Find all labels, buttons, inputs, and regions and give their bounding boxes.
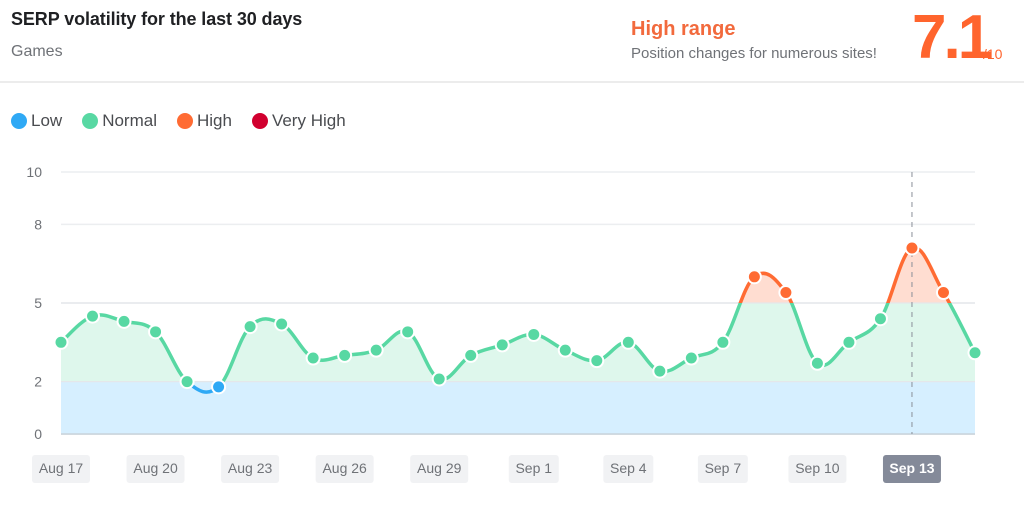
y-tick-label: 10 [26,164,42,180]
volatility-chart[interactable]: 0 2 5 8 10 Aug 17 Aug 20 Aug 23 Aug 26 Aug 29 Sep… [0,150,1024,505]
x-tick-label: Sep 4 [610,460,647,476]
x-tick-label: Sep 7 [705,460,742,476]
legend-item-low[interactable]: Low [11,111,62,131]
x-tick-label: Aug 23 [228,460,273,476]
data-point[interactable] [935,285,951,301]
data-point[interactable] [368,342,384,358]
data-point[interactable] [526,326,542,342]
legend-item-high[interactable]: High [176,111,232,131]
data-point[interactable] [179,374,195,390]
x-tick-label: Sep 1 [515,460,552,476]
data-point[interactable] [305,350,321,366]
page-title: SERP volatility for the last 30 days [11,9,303,29]
band-fill-high [61,247,975,303]
x-axis: Aug 17 Aug 20 Aug 23 Aug 26 Aug 29 Sep 1 Sep 4… [32,455,941,483]
legend-label: Low [31,111,63,130]
x-tick-label: Sep 10 [795,460,840,476]
y-tick-label: 8 [34,216,42,232]
data-point[interactable] [400,324,416,340]
header: SERP volatility for the last 30 days Gam… [0,0,1024,83]
legend-label: Very High [271,111,346,130]
data-point[interactable] [242,319,258,335]
data-point[interactable] [85,308,101,324]
volatility-score: 7.1 [912,3,992,72]
x-tick-label: Aug 26 [322,460,367,476]
legend-dot-icon [251,113,268,129]
legend-dot-icon [82,113,99,129]
x-tick-label: Aug 29 [417,460,462,476]
x-tick-label: Aug 20 [133,460,178,476]
y-tick-label: 0 [34,426,42,442]
data-point[interactable] [904,240,920,256]
range-description: Position changes for numerous sites! [631,45,877,62]
band-fill-normal [61,303,975,382]
data-point[interactable] [967,345,983,361]
data-point[interactable] [715,334,731,350]
x-tick-label: Aug 17 [39,460,84,476]
data-point[interactable] [746,269,762,285]
data-point[interactable] [589,353,605,369]
y-tick-label: 2 [34,374,42,390]
area-fills [61,172,975,435]
data-point[interactable] [148,324,164,340]
data-point[interactable] [778,285,794,301]
legend-label: Normal [102,111,157,130]
data-point[interactable] [683,350,699,366]
data-point[interactable] [431,371,447,387]
legend-item-normal[interactable]: Normal [82,111,157,131]
data-point[interactable] [809,355,825,371]
chart-legend: Low Normal High Very High [11,111,346,131]
data-point[interactable] [116,313,132,329]
data-point[interactable] [211,379,227,395]
range-label: High range [631,18,736,40]
data-point[interactable] [274,316,290,332]
data-point[interactable] [841,334,857,350]
category-subtitle: Games [11,43,63,60]
data-point[interactable] [620,334,636,350]
legend-dot-icon [176,113,193,129]
data-point[interactable] [557,342,573,358]
data-point[interactable] [494,337,510,353]
band-fill-very-high [61,172,975,224]
volatility-score-max: /10 [983,46,1003,62]
data-point[interactable] [463,347,479,363]
legend-item-very-high[interactable]: Very High [251,111,346,131]
legend-label: High [196,111,232,130]
data-point[interactable] [872,311,888,327]
y-tick-label: 5 [34,295,42,311]
data-point[interactable] [652,363,668,379]
x-tick-label: Sep 13 [889,460,934,476]
data-point[interactable] [53,334,69,350]
data-point[interactable] [337,347,353,363]
legend-dot-icon [11,113,27,129]
